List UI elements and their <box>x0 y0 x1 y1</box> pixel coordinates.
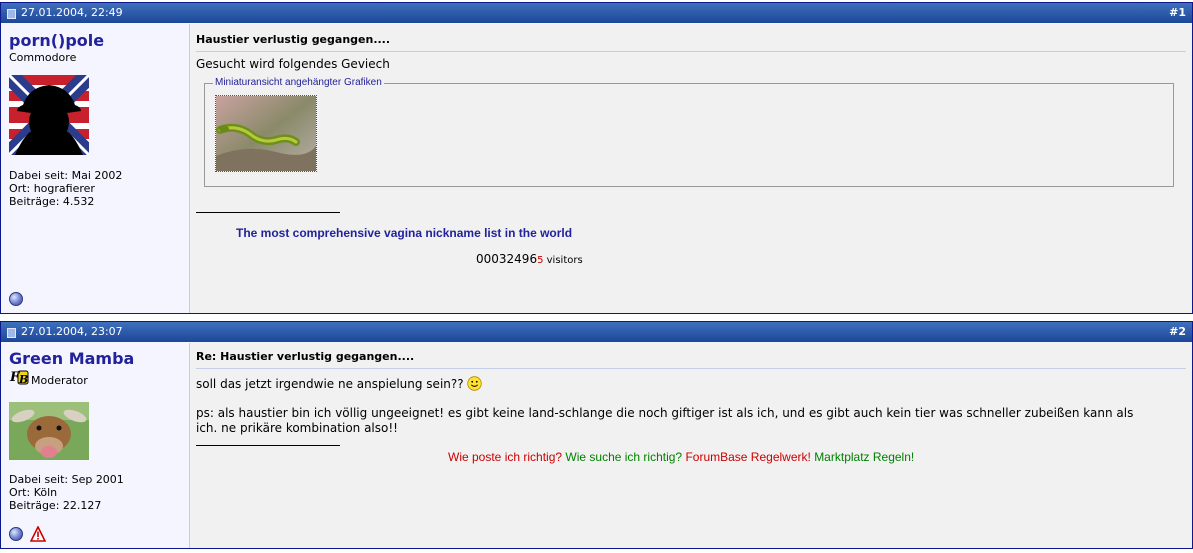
forum-rules-link[interactable]: ForumBase Regelwerk! <box>685 450 810 464</box>
post-date: 27.01.2004, 22:49 <box>21 6 123 19</box>
how-to-search-link[interactable]: Wie suche ich richtig? <box>565 450 682 464</box>
post-body: Gesucht wird folgendes Geviech <box>196 57 390 71</box>
report-post-icon[interactable] <box>30 526 46 542</box>
user-post-count: Beiträge: 22.127 <box>9 499 102 512</box>
post-header: 27.01.2004, 22:49 #1 <box>1 3 1192 23</box>
attachments-box: Miniaturansicht angehängter Grafiken <box>204 77 1174 187</box>
user-post-count: Beiträge: 4.532 <box>9 195 95 208</box>
signature-divider <box>196 212 340 213</box>
post-content: Haustier verlustig gegangen.... Gesucht … <box>190 24 1192 313</box>
user-joined: Dabei seit: Mai 2002 <box>9 169 123 182</box>
post-body-line-3: ich. ne prikäre kombination also!! <box>196 421 398 435</box>
signature-divider <box>196 445 340 446</box>
post-number-link[interactable]: #1 <box>1169 3 1186 23</box>
attachments-legend: Miniaturansicht angehängter Grafiken <box>213 77 384 88</box>
counter-suffix: visitors <box>543 255 583 266</box>
post-body-ps: ps: als haustier bin ich völlig ungeeign… <box>196 406 1186 436</box>
avatar <box>2 68 96 162</box>
post-body-line-1: soll das jetzt irgendwie ne anspielung s… <box>196 376 483 391</box>
post-1: 27.01.2004, 22:49 #1 porn()pole Commodor… <box>0 2 1193 314</box>
attachment-thumbnail[interactable] <box>215 95 317 172</box>
post-icon <box>7 9 16 19</box>
post-content: Re: Haustier verlustig gegangen.... soll… <box>190 343 1192 548</box>
post-date: 27.01.2004, 23:07 <box>21 325 123 338</box>
user-title: Commodore <box>9 51 77 64</box>
user-joined: Dabei seit: Sep 2001 <box>9 473 124 486</box>
user-location: Ort: hografierer <box>9 182 95 195</box>
post-title: Haustier verlustig gegangen.... <box>196 33 391 46</box>
post-number-link[interactable]: #2 <box>1169 322 1186 342</box>
title-divider <box>196 368 1186 369</box>
user-location: Ort: Köln <box>9 486 58 499</box>
user-sidebar: Green Mamba F B Moderator Dabei seit: Se… <box>1 343 190 548</box>
avatar <box>9 402 89 460</box>
post-icon <box>7 328 16 338</box>
fb-badge-icon: F B <box>9 368 29 386</box>
how-to-post-link[interactable]: Wie poste ich richtig? <box>448 450 562 464</box>
svg-text:B: B <box>18 373 28 386</box>
marketplace-rules-link[interactable]: Marktplatz Regeln! <box>814 450 914 464</box>
signature-links: Wie poste ich richtig? Wie suche ich ric… <box>448 450 914 464</box>
post-2: 27.01.2004, 23:07 #2 Green Mamba F B Mod… <box>0 321 1193 549</box>
user-title: Moderator <box>31 374 88 387</box>
post-header: 27.01.2004, 23:07 #2 <box>1 322 1192 342</box>
title-divider <box>196 51 1186 52</box>
online-status-icon <box>9 527 23 541</box>
online-status-icon <box>9 292 23 306</box>
visitor-counter: 000324965 visitors <box>476 252 583 266</box>
username-link[interactable]: Green Mamba <box>9 349 134 368</box>
post-body-line-2: ps: als haustier bin ich völlig ungeeign… <box>196 406 1134 420</box>
username-link[interactable]: porn()pole <box>9 31 104 50</box>
smiley-icon <box>467 376 483 391</box>
user-sidebar: porn()pole Commodore Dabei seit: Mai 200… <box>1 24 190 313</box>
post-title: Re: Haustier verlustig gegangen.... <box>196 350 415 363</box>
post-body-text: soll das jetzt irgendwie ne anspielung s… <box>196 377 464 391</box>
counter-digits: 00032496 <box>476 252 538 266</box>
signature-link[interactable]: The most comprehensive vagina nickname l… <box>236 226 572 240</box>
